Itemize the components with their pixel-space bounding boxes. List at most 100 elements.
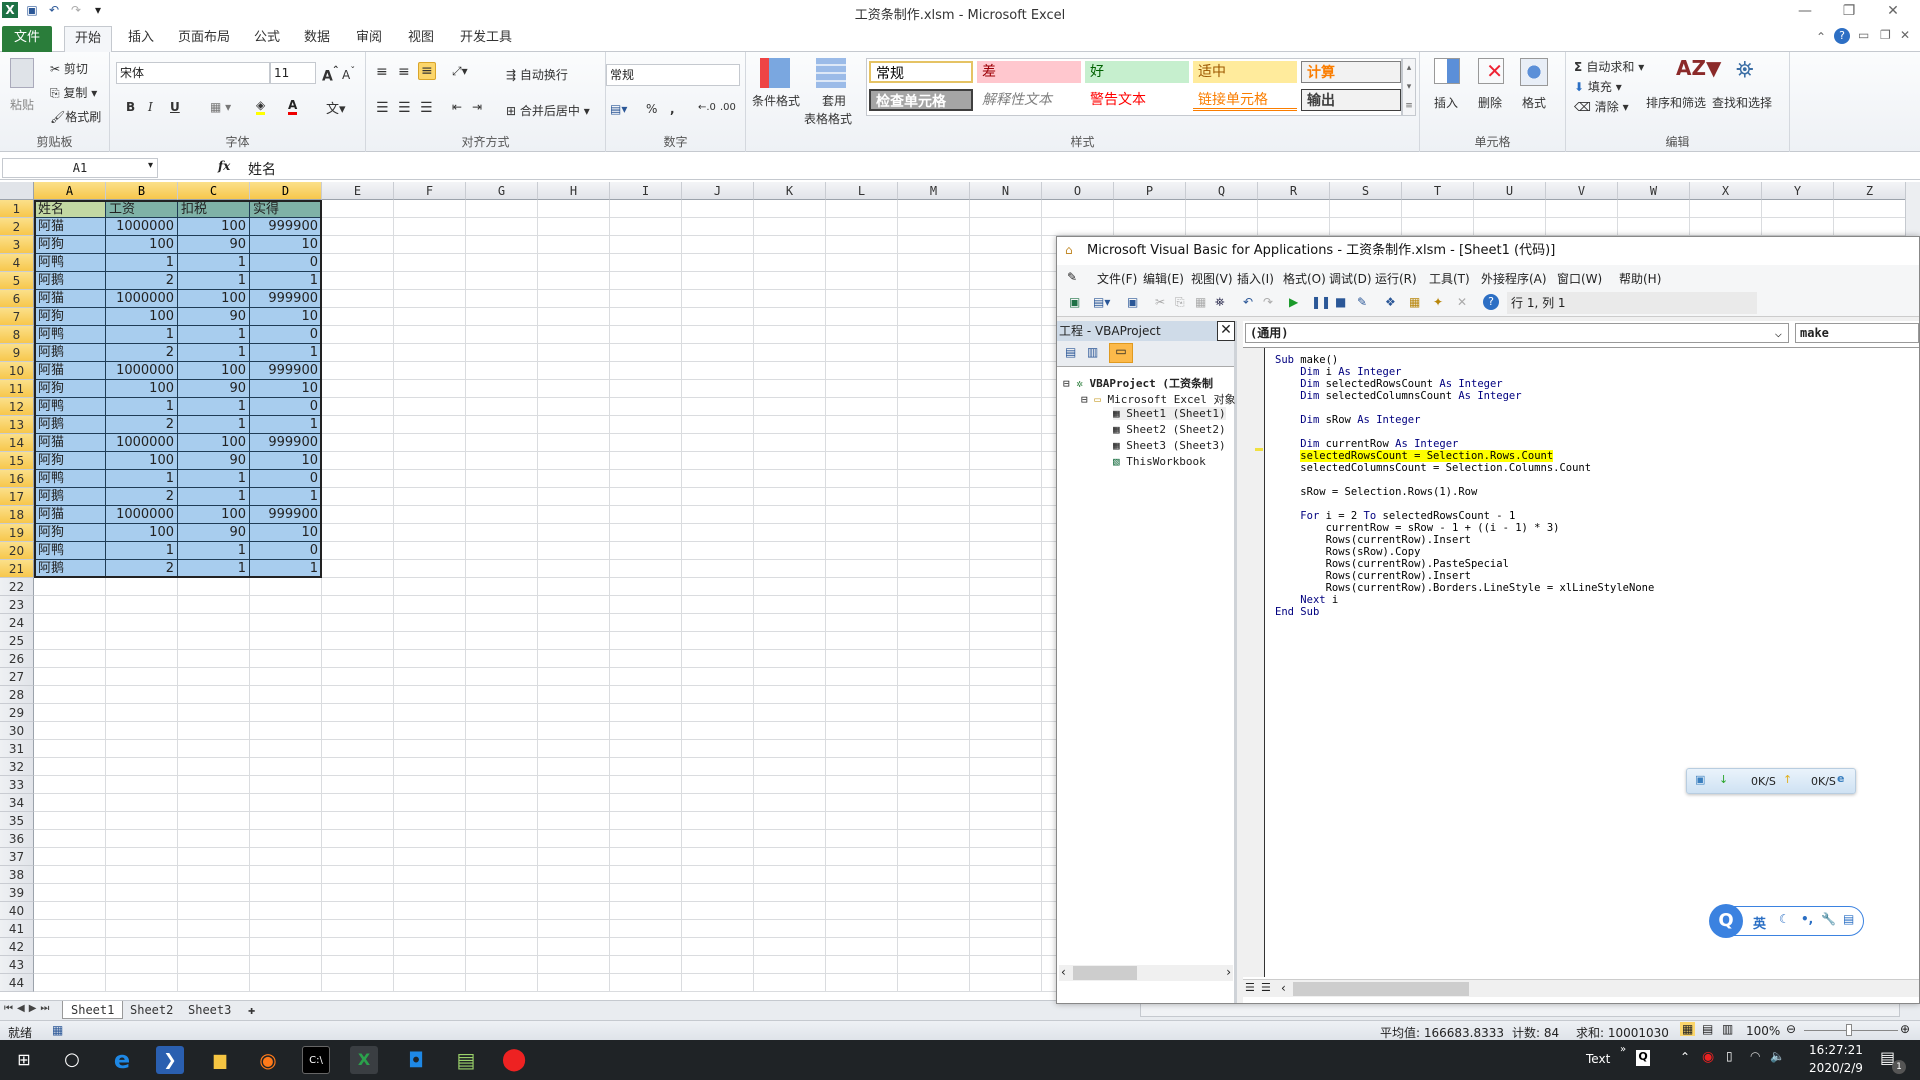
firefox-icon[interactable]: ◉	[254, 1046, 282, 1074]
style-linked-cell[interactable]: 链接单元格	[1193, 89, 1297, 111]
tree-item-excel-objects[interactable]: ⊟ ▭ Microsoft Excel 对象	[1081, 391, 1235, 407]
format-cells-icon[interactable]	[1520, 58, 1548, 86]
row-header[interactable]: 28	[0, 686, 34, 704]
table-cell[interactable]: 阿鹅	[34, 488, 106, 506]
table-cell[interactable]: 阿猫	[34, 434, 106, 452]
row-header[interactable]: 43	[0, 956, 34, 974]
table-cell[interactable]: 阿狗	[34, 308, 106, 326]
column-header[interactable]: Y	[1762, 182, 1834, 200]
vba-menu-item[interactable]: 窗口(W)	[1557, 270, 1602, 287]
table-cell[interactable]: 阿猫	[34, 218, 106, 236]
full-module-view-icon[interactable]: ☰	[1261, 981, 1271, 994]
clear-button[interactable]: ⌫ 清除 ▾	[1574, 98, 1629, 115]
style-output[interactable]: 输出	[1301, 89, 1401, 111]
vba-menu-item[interactable]: 文件(F)	[1097, 270, 1137, 287]
excel-taskbar-icon[interactable]: X	[350, 1046, 378, 1074]
column-header[interactable]: E	[322, 182, 394, 200]
table-cell[interactable]: 2	[106, 416, 178, 434]
toggle-folders-icon[interactable]: ▭	[1109, 343, 1133, 363]
save-icon[interactable]: ▣	[1127, 295, 1138, 309]
table-cell[interactable]: 999900	[250, 290, 322, 308]
row-header[interactable]: 1	[0, 200, 34, 218]
row-header[interactable]: 17	[0, 488, 34, 506]
table-cell[interactable]: 1	[106, 326, 178, 344]
table-cell[interactable]: 2	[106, 344, 178, 362]
row-header[interactable]: 10	[0, 362, 34, 380]
paste-icon[interactable]: ▦	[1195, 295, 1206, 309]
zoom-slider-thumb[interactable]	[1846, 1024, 1852, 1036]
code-line[interactable]: End Sub	[1275, 606, 1319, 618]
select-all-corner[interactable]	[0, 182, 34, 200]
column-header[interactable]: L	[826, 182, 898, 200]
object-combo[interactable]: (通用) ⌵	[1245, 323, 1789, 343]
code-line[interactable]: Rows(currentRow).Borders.LineStyle = xlL…	[1275, 582, 1655, 594]
column-header[interactable]: D	[250, 182, 322, 200]
wrench-icon[interactable]: 🔧	[1821, 912, 1836, 926]
row-header[interactable]: 18	[0, 506, 34, 524]
code-line[interactable]: For i = 2 To selectedRowsCount - 1	[1275, 510, 1515, 522]
row-header[interactable]: 32	[0, 758, 34, 776]
properties-icon[interactable]: ▦	[1409, 295, 1420, 309]
break-icon[interactable]: ❚❚	[1311, 295, 1331, 309]
scroll-left-icon[interactable]: ‹	[1281, 981, 1286, 995]
table-cell[interactable]: 1	[106, 470, 178, 488]
row-header[interactable]: 39	[0, 884, 34, 902]
column-header[interactable]: Z	[1834, 182, 1905, 200]
row-header[interactable]: 22	[0, 578, 34, 596]
table-cell[interactable]: 90	[178, 308, 250, 326]
code-line[interactable]: Rows(currentRow).Insert	[1275, 534, 1471, 546]
tree-item-project[interactable]: ⊟ ✲ VBAProject (工资条制	[1063, 375, 1213, 391]
procedure-view-icon[interactable]: ☰	[1245, 981, 1255, 994]
table-cell[interactable]: 999900	[250, 434, 322, 452]
style-warning[interactable]: 警告文本	[1085, 89, 1189, 111]
object-browser-icon[interactable]: ✦	[1433, 295, 1443, 309]
table-cell[interactable]: 阿鸭	[34, 326, 106, 344]
row-header[interactable]: 14	[0, 434, 34, 452]
table-cell[interactable]: 999900	[250, 218, 322, 236]
code-line[interactable]: selectedColumnsCount = Selection.Columns…	[1275, 462, 1591, 474]
table-cell[interactable]: 90	[178, 380, 250, 398]
table-cell[interactable]: 1	[250, 344, 322, 362]
vba-menu-item[interactable]: 调试(D)	[1329, 270, 1372, 287]
code-line[interactable]: sRow = Selection.Rows(1).Row	[1275, 486, 1477, 498]
table-cell[interactable]: 90	[178, 524, 250, 542]
cmd-icon[interactable]: C:\	[302, 1046, 330, 1074]
align-left-icon[interactable]: ☰	[376, 100, 389, 116]
vba-menu-item[interactable]: 帮助(H)	[1619, 270, 1661, 287]
style-bad[interactable]: 差	[977, 61, 1081, 83]
row-header[interactable]: 9	[0, 344, 34, 362]
table-cell[interactable]: 1	[178, 488, 250, 506]
vba-menu-item[interactable]: 外接程序(A)	[1481, 270, 1547, 287]
tree-item-thisworkbook[interactable]: ▧ ThisWorkbook	[1113, 455, 1206, 468]
insert-cells-button[interactable]: 插入	[1434, 94, 1458, 111]
tab-page-layout[interactable]: 页面布局	[168, 26, 240, 52]
row-header[interactable]: 35	[0, 812, 34, 830]
restore-button[interactable]: ❐	[1834, 3, 1864, 19]
grow-font-icon[interactable]: Aˆ	[322, 64, 339, 85]
column-header[interactable]: I	[610, 182, 682, 200]
help-icon[interactable]: ?	[1483, 294, 1499, 310]
scroll-thumb[interactable]	[1293, 982, 1469, 996]
column-header[interactable]: T	[1402, 182, 1474, 200]
column-header[interactable]: B	[106, 182, 178, 200]
wifi-icon[interactable]: ◠	[1750, 1049, 1760, 1063]
table-cell[interactable]: 10	[250, 452, 322, 470]
tab-data[interactable]: 数据	[294, 26, 340, 52]
doc-minimize-icon[interactable]: ▭	[1858, 28, 1869, 42]
bold-button[interactable]: B	[126, 100, 135, 114]
tree-item-sheet3[interactable]: ▦ Sheet3 (Sheet3)	[1113, 439, 1226, 452]
column-header[interactable]: A	[34, 182, 106, 200]
column-header[interactable]: R	[1258, 182, 1330, 200]
vba-menu-item[interactable]: 工具(T)	[1429, 270, 1470, 287]
tab-home[interactable]: 开始	[64, 26, 113, 52]
font-size-select[interactable]: 11	[270, 62, 316, 84]
number-format-select[interactable]: 常规	[606, 64, 740, 86]
column-header[interactable]: V	[1546, 182, 1618, 200]
ime-text-indicator[interactable]: Text	[1586, 1052, 1610, 1066]
paste-icon[interactable]	[10, 58, 34, 88]
tab-view[interactable]: 视图	[398, 26, 444, 52]
table-cell[interactable]: 0	[250, 542, 322, 560]
cut-icon[interactable]: ✂	[1155, 295, 1165, 309]
table-cell[interactable]: 1	[178, 542, 250, 560]
table-cell[interactable]: 0	[250, 398, 322, 416]
